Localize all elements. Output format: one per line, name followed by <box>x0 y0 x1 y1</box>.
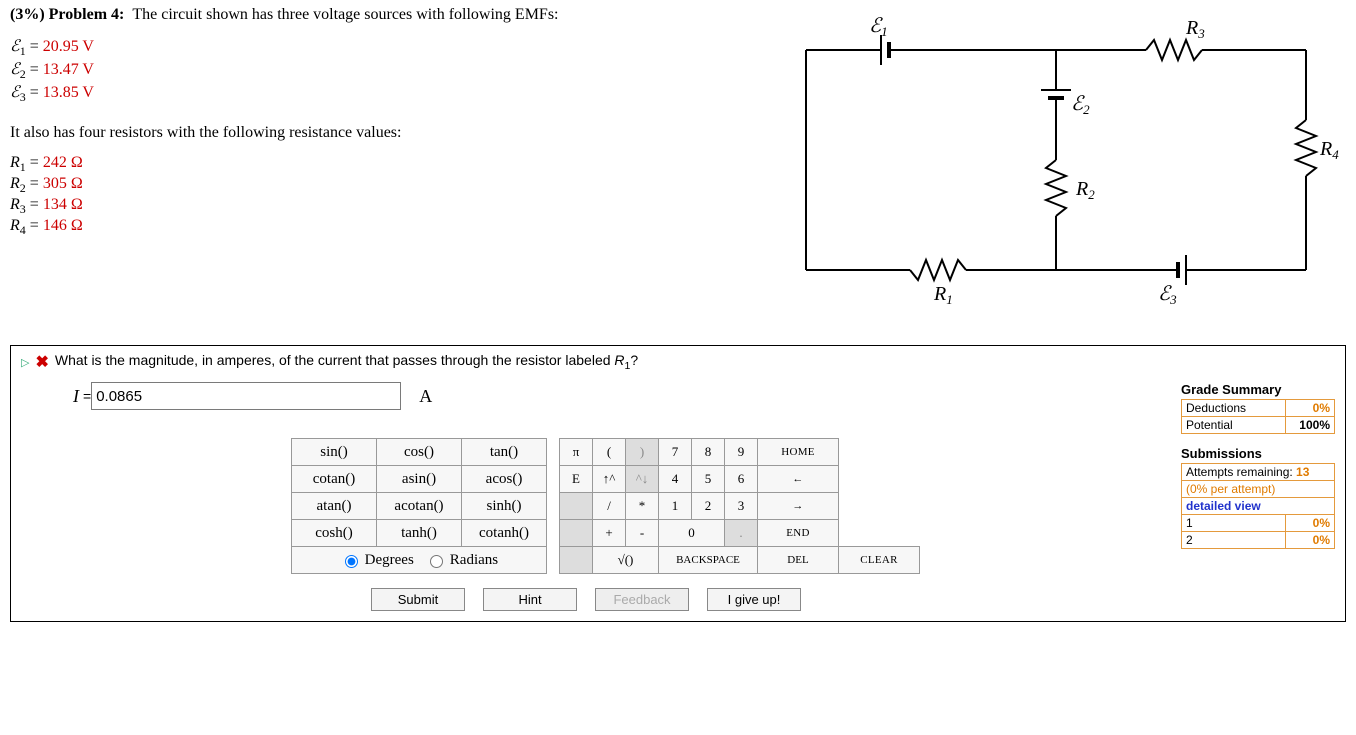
key-right[interactable]: → <box>758 493 839 520</box>
key-9[interactable]: 9 <box>725 439 758 466</box>
grade-deductions-label: Deductions <box>1182 400 1286 417</box>
svg-text:ℰ2: ℰ2 <box>1071 93 1090 117</box>
key-sinh[interactable]: sinh() <box>462 493 547 520</box>
key-clear[interactable]: CLEAR <box>839 547 920 574</box>
svg-text:R4: R4 <box>1319 138 1339 162</box>
key-8[interactable]: 8 <box>692 439 725 466</box>
key-sin[interactable]: sin() <box>292 439 377 466</box>
answer-panel: ▷ ✖ What is the magnitude, in amperes, o… <box>10 345 1346 622</box>
attempt-1-val: 0% <box>1286 515 1335 532</box>
problem-label: Problem 4: <box>49 6 125 23</box>
grade-panel: Grade Summary Deductions 0% Potential 10… <box>1181 382 1335 549</box>
question-text: What is the magnitude, in amperes, of th… <box>55 352 638 372</box>
answer-unit: A <box>419 386 432 407</box>
key-3[interactable]: 3 <box>725 493 758 520</box>
key-cosh[interactable]: cosh() <box>292 520 377 547</box>
key-end[interactable]: END <box>758 520 839 547</box>
attempts-remaining: 13 <box>1296 465 1309 479</box>
key-2[interactable]: 2 <box>692 493 725 520</box>
r2-value: 305 Ω <box>43 175 83 192</box>
key-cos[interactable]: cos() <box>377 439 462 466</box>
key-rparen[interactable]: ) <box>626 439 659 466</box>
key-atan[interactable]: atan() <box>292 493 377 520</box>
expand-icon[interactable]: ▷ <box>21 356 29 369</box>
degrees-radio[interactable]: Degrees <box>340 552 414 568</box>
problem-percent: (3%) <box>10 6 45 23</box>
key-del[interactable]: DEL <box>758 547 839 574</box>
numeric-keypad: π ( ) 7 8 9 HOME E ↑^ ^↓ 4 5 6 <box>559 438 920 574</box>
attempt-2-val: 0% <box>1286 532 1335 549</box>
key-sqrt[interactable]: √() <box>593 547 659 574</box>
key-tan[interactable]: tan() <box>462 439 547 466</box>
key-acos[interactable]: acos() <box>462 466 547 493</box>
circuit-diagram: ℰ1 ℰ2 ℰ3 R1 R2 R3 R4 <box>786 6 1346 315</box>
key-blank2 <box>560 520 593 547</box>
problem-statement: (3%) Problem 4: The circuit shown has th… <box>10 6 786 315</box>
answer-input[interactable] <box>91 382 401 410</box>
key-div[interactable]: / <box>593 493 626 520</box>
key-sub[interactable]: ^↓ <box>626 466 659 493</box>
key-4[interactable]: 4 <box>659 466 692 493</box>
emf2-value: 13.47 V <box>43 61 94 78</box>
svg-text:ℰ1: ℰ1 <box>869 15 888 39</box>
key-tanh[interactable]: tanh() <box>377 520 462 547</box>
key-blank3 <box>560 547 593 574</box>
r3-value: 134 Ω <box>43 196 83 213</box>
attempt-2-n: 2 <box>1182 532 1286 549</box>
per-attempt-note: (0% per attempt) <box>1182 481 1335 498</box>
key-plus[interactable]: + <box>593 520 626 547</box>
radians-radio[interactable]: Radians <box>425 552 498 568</box>
problem-intro: The circuit shown has three voltage sour… <box>132 6 558 23</box>
svg-text:R1: R1 <box>933 283 953 307</box>
attempt-1-n: 1 <box>1182 515 1286 532</box>
key-minus[interactable]: - <box>626 520 659 547</box>
key-asin[interactable]: asin() <box>377 466 462 493</box>
detailed-view-link[interactable]: detailed view <box>1186 499 1261 513</box>
key-sup[interactable]: ↑^ <box>593 466 626 493</box>
key-acotan[interactable]: acotan() <box>377 493 462 520</box>
submissions-heading: Submissions <box>1181 446 1335 461</box>
grade-potential-label: Potential <box>1182 417 1286 434</box>
r1-value: 242 Ω <box>43 154 83 171</box>
key-0[interactable]: 0 <box>659 520 725 547</box>
key-blank1 <box>560 493 593 520</box>
key-6[interactable]: 6 <box>725 466 758 493</box>
key-7[interactable]: 7 <box>659 439 692 466</box>
emf3-value: 13.85 V <box>43 84 94 101</box>
key-5[interactable]: 5 <box>692 466 725 493</box>
key-left[interactable]: ← <box>758 466 839 493</box>
key-1[interactable]: 1 <box>659 493 692 520</box>
key-cotanh[interactable]: cotanh() <box>462 520 547 547</box>
grade-potential-val: 100% <box>1286 417 1335 434</box>
svg-text:R2: R2 <box>1075 178 1095 202</box>
grade-deductions-val: 0% <box>1286 400 1335 417</box>
key-mul[interactable]: * <box>626 493 659 520</box>
giveup-button[interactable]: I give up! <box>707 588 801 611</box>
feedback-button: Feedback <box>595 588 689 611</box>
wrong-icon: ✖ <box>35 352 48 372</box>
key-home[interactable]: HOME <box>758 439 839 466</box>
resistor-intro: It also has four resistors with the foll… <box>10 124 786 142</box>
hint-button[interactable]: Hint <box>483 588 577 611</box>
problem-area: (3%) Problem 4: The circuit shown has th… <box>10 6 1346 315</box>
svg-text:ℰ3: ℰ3 <box>1158 283 1177 307</box>
key-backspace[interactable]: BACKSPACE <box>659 547 758 574</box>
answer-variable: I <box>73 386 79 407</box>
svg-text:R3: R3 <box>1185 17 1205 41</box>
key-lparen[interactable]: ( <box>593 439 626 466</box>
grade-heading: Grade Summary <box>1181 382 1335 397</box>
key-e[interactable]: E <box>560 466 593 493</box>
submit-button[interactable]: Submit <box>371 588 465 611</box>
key-cotan[interactable]: cotan() <box>292 466 377 493</box>
key-dot[interactable]: . <box>725 520 758 547</box>
function-keypad: sin() cos() tan() cotan() asin() acos() … <box>291 438 547 574</box>
emf1-value: 20.95 V <box>43 38 94 55</box>
key-pi[interactable]: π <box>560 439 593 466</box>
r4-value: 146 Ω <box>43 217 83 234</box>
